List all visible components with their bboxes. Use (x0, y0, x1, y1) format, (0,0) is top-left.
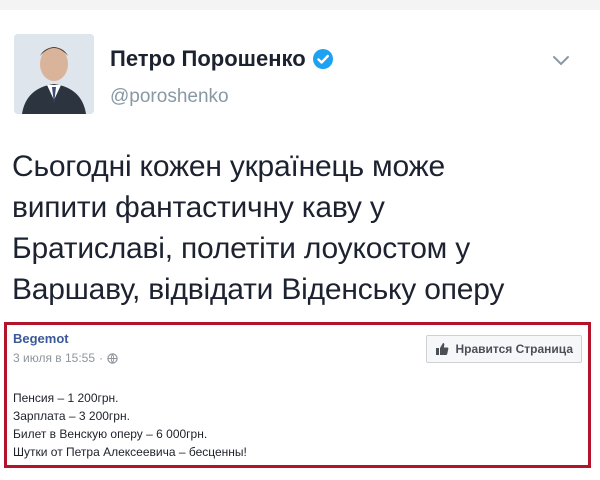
post-line: Билет в Венскую оперу – 6 000грн. (13, 427, 208, 441)
post-line: Зарплата – 3 200грн. (13, 409, 130, 423)
name-row: Петро Порошенко (110, 46, 334, 72)
post-meta: 3 июля в 15:55 · (13, 351, 118, 365)
tweet-text-line: Варшаву, відвідати Віденську оперу (12, 273, 505, 306)
post-line: Пенсия – 1 200грн. (13, 391, 119, 405)
tweet-card: Петро Порошенко @poroshenko Сьогодні кож… (0, 10, 600, 315)
thumbs-up-icon (435, 342, 449, 356)
chevron-down-icon[interactable] (552, 54, 570, 68)
tweet-text-line: Братиславі, полетіти лоукостом у (12, 232, 471, 265)
display-name[interactable]: Петро Порошенко (110, 46, 306, 72)
tweet-text-line: випити фантастичну каву у (12, 191, 385, 224)
meta-separator: · (99, 351, 104, 365)
post-body: Пенсия – 1 200грн. Зарплата – 3 200грн. … (13, 389, 247, 461)
handle[interactable]: @poroshenko (110, 86, 229, 108)
post-line: Шутки от Петра Алексеевича – бесценны! (13, 445, 247, 459)
post-timestamp[interactable]: 3 июля в 15:55 (13, 351, 95, 365)
like-page-label: Нравится Страница (455, 342, 573, 356)
verified-badge-icon (312, 48, 334, 70)
avatar[interactable] (14, 34, 94, 114)
globe-icon (107, 352, 118, 364)
page-name[interactable]: Begemot (13, 331, 69, 346)
facebook-post: Begemot 3 июля в 15:55 · Нравится Страни… (4, 322, 591, 468)
like-page-button[interactable]: Нравится Страница (426, 335, 582, 363)
tweet-text: Сьогодні кожен українець може випити фан… (12, 146, 592, 310)
tweet-text-line: Сьогодні кожен українець може (12, 150, 445, 183)
